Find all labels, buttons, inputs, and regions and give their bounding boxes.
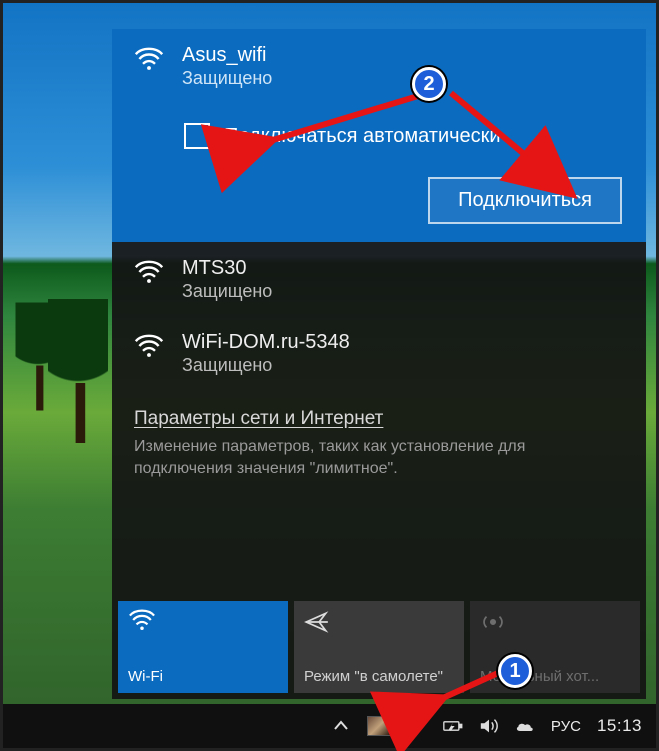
tray-language[interactable]: РУС (551, 718, 581, 735)
network-status: Защищено (182, 281, 272, 302)
network-status: Защищено (182, 355, 350, 376)
wifi-icon (134, 334, 164, 358)
tray-battery-icon[interactable] (443, 716, 463, 736)
tray-network-icon[interactable]: * (407, 716, 427, 736)
annotation-step-1: 1 (498, 654, 532, 688)
auto-connect-checkbox[interactable] (184, 123, 210, 149)
airplane-icon (304, 609, 454, 637)
tile-label: Wi-Fi (128, 668, 278, 685)
wifi-icon (128, 609, 278, 637)
hotspot-icon (480, 609, 630, 637)
taskbar: * РУС 15:13 (3, 704, 656, 748)
wifi-icon (134, 260, 164, 284)
wifi-network-item[interactable]: WiFi-DOM.ru-5348 Защищено (112, 316, 646, 390)
tray-overflow-icon[interactable] (331, 716, 351, 736)
quick-action-tiles: Wi-Fi Режим "в самолете" (112, 587, 646, 699)
tray-volume-icon[interactable] (479, 716, 499, 736)
taskbar-app-thumbnail[interactable] (367, 716, 391, 736)
tile-wifi[interactable]: Wi-Fi (118, 601, 288, 693)
annotation-step-2: 2 (412, 67, 446, 101)
network-settings-link[interactable]: Параметры сети и Интернет (134, 408, 624, 430)
tray-onedrive-icon[interactable] (515, 716, 535, 736)
network-name: WiFi-DOM.ru-5348 (182, 330, 350, 355)
tray-clock[interactable]: 15:13 (597, 716, 642, 736)
wifi-network-item[interactable]: MTS30 Защищено (112, 242, 646, 316)
network-name: MTS30 (182, 256, 272, 281)
annotation-arrow (433, 85, 593, 215)
wifi-icon (134, 47, 164, 71)
network-settings-subtitle: Изменение параметров, таких как установл… (134, 436, 624, 479)
network-name: Asus_wifi (182, 43, 272, 68)
